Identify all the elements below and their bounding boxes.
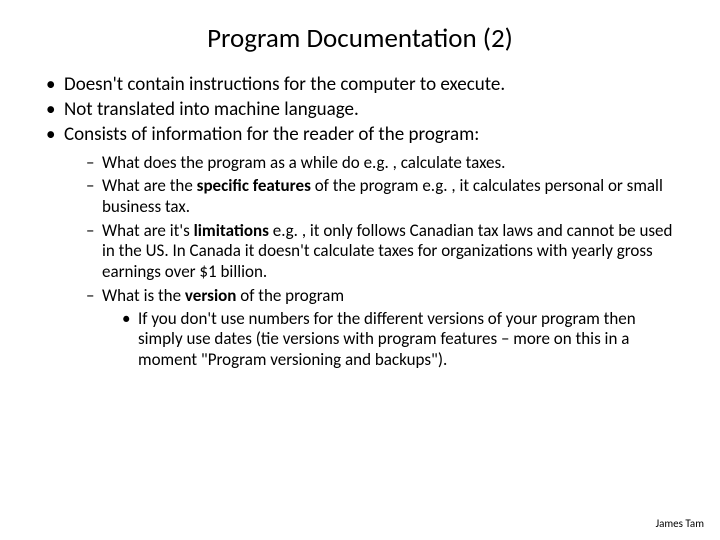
bullet-item: Consists of information for the reader o…: [46, 123, 674, 371]
bullet-list-level2: What does the program as a while do e.g.…: [64, 153, 674, 371]
bullet-list-level3: If you don't use numbers for the differe…: [102, 309, 674, 371]
bullet-text: What is the: [102, 285, 185, 306]
bullet-item: What are the specific features of the pr…: [86, 176, 674, 217]
bullet-item: What is the version of the program If yo…: [86, 286, 674, 371]
bullet-item: Not translated into machine language.: [46, 98, 674, 121]
bullet-item: What does the program as a while do e.g.…: [86, 153, 674, 174]
slide: Program Documentation (2) Doesn't contai…: [0, 0, 720, 540]
bullet-text: Consists of information for the reader o…: [64, 123, 479, 146]
bullet-text: What are it's: [102, 220, 194, 241]
slide-title: Program Documentation (2): [0, 0, 720, 73]
bullet-text: If you don't use numbers for the differe…: [138, 308, 636, 370]
bullet-item: Doesn't contain instructions for the com…: [46, 73, 674, 96]
bullet-text: Not translated into machine language.: [64, 98, 359, 121]
bullet-text: of the program: [236, 285, 344, 306]
bullet-item: If you don't use numbers for the differe…: [122, 309, 674, 371]
bullet-text: What are the: [102, 175, 197, 196]
bullet-item: What are it's limitations e.g. , it only…: [86, 221, 674, 283]
slide-content: Doesn't contain instructions for the com…: [0, 73, 720, 371]
bullet-text-bold: specific features: [197, 175, 311, 196]
bullet-text-bold: limitations: [194, 220, 269, 241]
bullet-text: Doesn't contain instructions for the com…: [64, 73, 505, 96]
footer-author: James Tam: [656, 517, 704, 530]
bullet-list-level1: Doesn't contain instructions for the com…: [46, 73, 674, 371]
bullet-text: What does the program as a while do e.g.…: [102, 152, 505, 173]
bullet-text-bold: version: [185, 285, 237, 306]
